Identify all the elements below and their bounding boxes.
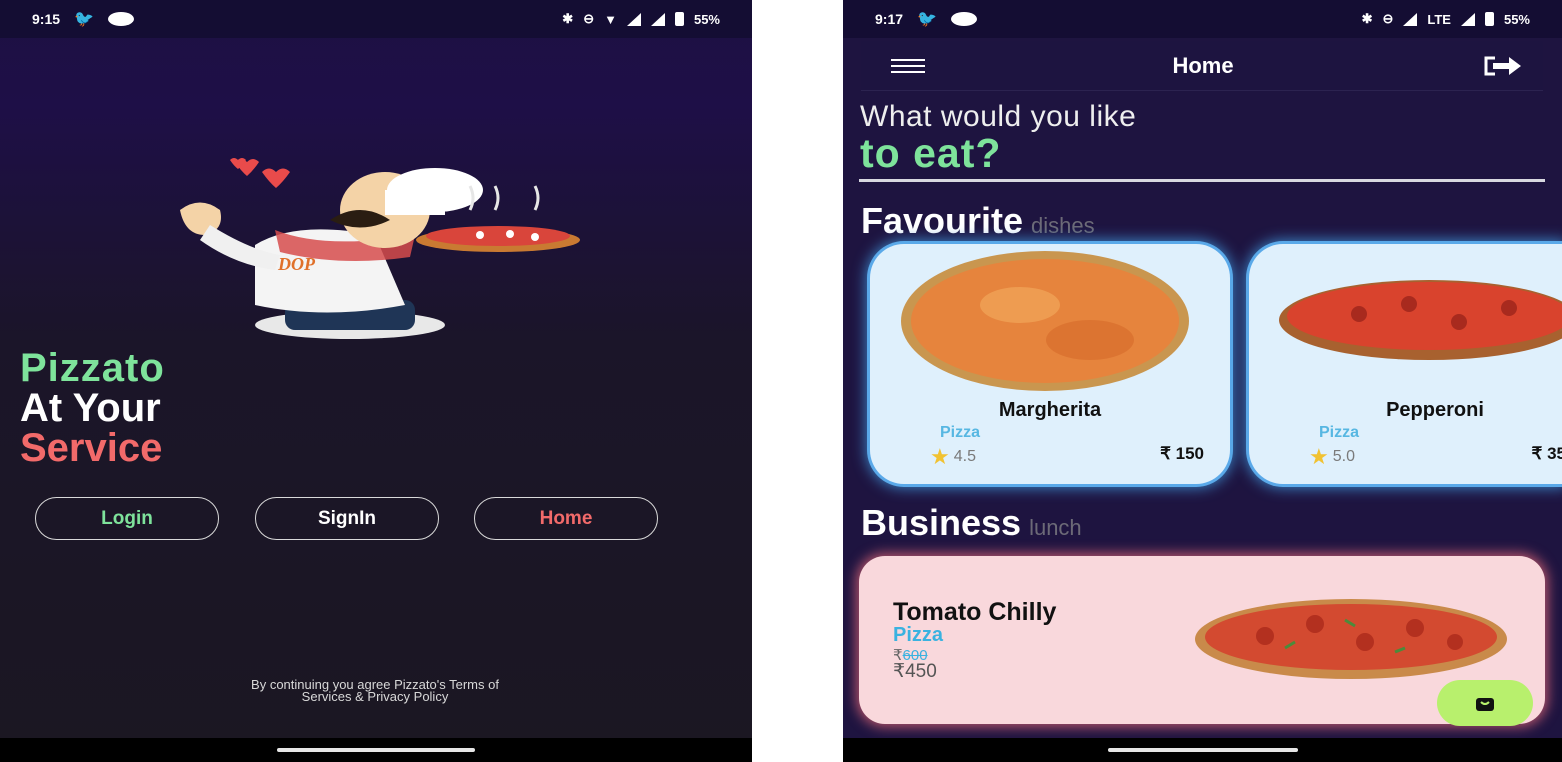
terms-line-2[interactable]: Services & Privacy Policy (170, 690, 580, 703)
dish-name: Pepperoni (1386, 399, 1484, 421)
notification-dot-icon (107, 12, 134, 26)
heart-icon (262, 168, 290, 188)
home-button[interactable]: Home (474, 497, 658, 540)
pepperoni-image (1279, 280, 1562, 360)
brand-line-3: Service (20, 426, 163, 470)
signal-icon (650, 12, 665, 26)
favourite-title: Favourite (861, 200, 1024, 241)
bluetooth-icon: ✱ (1361, 11, 1373, 26)
status-time: 9:15 (32, 11, 61, 27)
lunch-category: Pizza (893, 624, 944, 646)
question-line-2: to eat? (860, 130, 1002, 176)
tomato-chilly-image (1195, 599, 1507, 679)
dish-price: ₹ 150 (1160, 444, 1204, 463)
home-indicator[interactable] (1107, 748, 1298, 752)
home-indicator[interactable] (277, 748, 475, 752)
lunch-name: Tomato Chilly (893, 598, 1057, 626)
dish-rating: ★ 4.5 (930, 444, 976, 470)
dish-category: Pizza (940, 424, 981, 441)
battery-icon (674, 12, 684, 26)
status-bar: 9:17 🐦 ✱ ⊖ LTE 55% (843, 0, 1562, 38)
terms-text: By continuing you agree Pizzato's Terms … (170, 678, 580, 703)
welcome-screen: 9:15 🐦 ✱ ⊖ ▼ 55% DOP Pizzato At Your Ser… (0, 0, 752, 762)
network-type: LTE (1427, 11, 1451, 27)
status-bar: 9:15 🐦 ✱ ⊖ ▼ 55% (0, 0, 752, 38)
signal-icon (626, 12, 641, 26)
status-time: 9:17 (875, 11, 904, 27)
bluetooth-icon: ✱ (562, 11, 574, 26)
favourite-heading: Favourite dishes (861, 200, 1095, 242)
favourite-subtitle: dishes (1031, 213, 1095, 238)
battery-percent: 55% (1503, 11, 1530, 27)
dish-price: ₹ 35 (1531, 444, 1562, 463)
question-line-1: What would you like (860, 100, 1137, 133)
brand-line-1: Pizzato (20, 346, 165, 390)
wifi-icon: ▼ (604, 11, 617, 27)
dish-category: Pizza (1319, 424, 1360, 441)
rating-value: 5.0 (1332, 448, 1355, 465)
app-bar: Home (861, 41, 1543, 91)
star-icon: ★ (930, 444, 950, 469)
dnd-icon: ⊖ (1382, 11, 1394, 26)
chef-illustration: DOP (180, 158, 580, 339)
page-title: Home (1172, 52, 1234, 78)
gesture-bar (0, 738, 752, 762)
dish-card[interactable]: Pepperoni Pizza ★ 5.0 ₹ 35 (1249, 244, 1562, 484)
business-subtitle: lunch (1029, 515, 1082, 540)
margherita-image (901, 251, 1189, 391)
signin-button[interactable]: SignIn (255, 497, 439, 540)
battery-percent: 55% (693, 11, 720, 27)
dish-rating: ★ 5.0 (1309, 444, 1355, 470)
dish-name: Margherita (998, 399, 1102, 421)
menu-icon[interactable] (891, 58, 925, 74)
lunch-new-price: ₹450 (893, 661, 937, 682)
twitter-icon: 🐦 (74, 11, 94, 28)
business-heading: Business lunch (861, 502, 1082, 544)
cart-button[interactable] (1437, 680, 1533, 726)
star-icon: ★ (1309, 444, 1329, 469)
signal-icon (1403, 12, 1418, 26)
notification-dot-icon (950, 12, 977, 26)
battery-icon (1484, 12, 1494, 26)
signal-icon (1460, 12, 1475, 26)
divider (859, 179, 1545, 182)
chef-logo-text: DOP (277, 254, 316, 274)
dnd-icon: ⊖ (583, 11, 595, 26)
brand-headline: Pizzato At Your Service (20, 348, 165, 468)
gesture-bar (843, 738, 1562, 762)
business-title: Business (861, 502, 1022, 543)
twitter-icon: 🐦 (917, 11, 937, 28)
brand-line-2: At Your (20, 386, 161, 430)
rating-value: 4.5 (953, 448, 976, 465)
login-button[interactable]: Login (35, 497, 219, 540)
logout-icon[interactable] (1481, 55, 1525, 77)
dish-card[interactable]: Margherita Pizza ★ 4.5 ₹ 150 (870, 244, 1230, 484)
bag-icon (1476, 698, 1494, 711)
home-screen: 9:17 🐦 ✱ ⊖ LTE 55% Home What would you l… (843, 0, 1562, 762)
